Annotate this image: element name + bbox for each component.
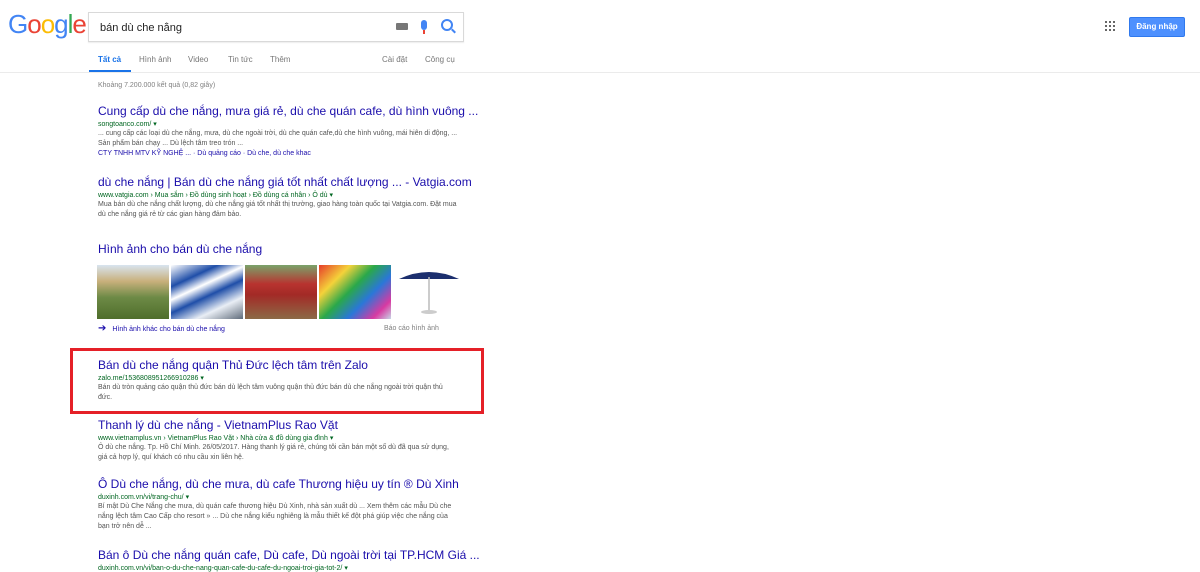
tab-settings[interactable]: Cài đặt bbox=[382, 55, 407, 64]
arrow-right-icon: ➔ bbox=[98, 323, 107, 334]
result-stats: Khoảng 7.200.000 kết quả (0,82 giây) bbox=[98, 82, 216, 89]
thumbnail-rainbow-umbrella[interactable] bbox=[319, 265, 391, 319]
dropdown-arrow-icon[interactable]: ▾ bbox=[330, 435, 334, 442]
search-result: Bán ô Dù che nắng quán cafe, Dù cafe, Dù… bbox=[98, 548, 480, 572]
more-images-link[interactable]: ➔ Hình ảnh khác cho bán dù che nắng bbox=[98, 323, 225, 334]
result-title[interactable]: Bán ô Dù che nắng quán cafe, Dù cafe, Dù… bbox=[98, 548, 480, 562]
dropdown-arrow-icon[interactable]: ▾ bbox=[330, 192, 334, 199]
active-tab-indicator bbox=[89, 70, 131, 72]
result-title[interactable]: Ô Dù che nắng, dù che mưa, dù cafe Thươn… bbox=[98, 477, 459, 491]
google-logo[interactable]: Google bbox=[8, 9, 87, 40]
tab-more[interactable]: Thêm bbox=[270, 55, 290, 64]
result-snippet: Mua bán dù che nắng chất lượng, dù che n… bbox=[98, 201, 457, 218]
search-tabs: Tất cả Hình ảnh Video Tin tức Thêm Cài đ… bbox=[0, 52, 600, 72]
tab-images[interactable]: Hình ảnh bbox=[139, 55, 171, 64]
result-url: duxinh.com.vn/vi/ban-o-du-che-nang-quan-… bbox=[98, 565, 348, 572]
tab-news[interactable]: Tin tức bbox=[228, 55, 253, 64]
result-sitelinks[interactable]: CTY TNHH MTV KỸ NGHỆ ... · Dù quảng cáo … bbox=[98, 150, 458, 157]
search-result: Thanh lý dù che nắng - VietnamPlus Rao V… bbox=[98, 418, 458, 463]
thumbnail-red-umbrellas[interactable] bbox=[245, 265, 317, 319]
search-icon[interactable] bbox=[441, 19, 453, 31]
result-url: duxinh.com.vn/vi/trang-chu/ ▾ bbox=[98, 494, 190, 501]
dropdown-arrow-icon[interactable]: ▾ bbox=[186, 494, 190, 501]
result-url: www.vatgia.com › Mua sắm › Đồ dùng sinh … bbox=[98, 192, 334, 199]
thumbnail-blue-white-umbrella[interactable] bbox=[171, 265, 243, 319]
result-title[interactable]: Cung cấp dù che nắng, mưa giá rẻ, dù che… bbox=[98, 104, 478, 118]
result-url: songtoanco.com/ ▾ bbox=[98, 121, 157, 128]
result-url: www.vietnamplus.vn › VietnamPlus Rao Vặt… bbox=[98, 435, 334, 442]
tab-video[interactable]: Video bbox=[188, 55, 208, 64]
dropdown-arrow-icon[interactable]: ▾ bbox=[153, 121, 157, 128]
sign-in-button[interactable]: Đăng nhập bbox=[1129, 17, 1185, 37]
search-result: Ô Dù che nắng, dù che mưa, dù cafe Thươn… bbox=[98, 477, 459, 532]
result-snippet: ... cung cấp các loại dù che nắng, mưa, … bbox=[98, 130, 458, 147]
search-result: dù che nắng | Bán dù che nắng giá tốt nh… bbox=[98, 175, 472, 220]
thumbnail-umbrella-garden[interactable] bbox=[97, 265, 169, 319]
header: Google Tất cả Hình ảnh Video Tin tức Thê… bbox=[0, 0, 1200, 73]
report-images-link[interactable]: Báo cáo hình ảnh bbox=[384, 325, 439, 332]
thumbnail-navy-umbrella[interactable] bbox=[393, 265, 465, 319]
tab-tools[interactable]: Công cụ bbox=[425, 55, 455, 64]
tab-all[interactable]: Tất cả bbox=[98, 55, 121, 64]
images-heading[interactable]: Hình ảnh cho bán dù che nắng bbox=[98, 242, 262, 256]
result-title[interactable]: dù che nắng | Bán dù che nắng giá tốt nh… bbox=[98, 175, 472, 189]
result-snippet: Ô dù che nắng. Tp. Hồ Chí Minh. 26/05/20… bbox=[98, 444, 449, 461]
umbrella-icon bbox=[399, 272, 459, 314]
search-box bbox=[88, 12, 464, 43]
search-result: Cung cấp dù che nắng, mưa giá rẻ, dù che… bbox=[98, 104, 478, 157]
result-snippet: Bí mật Dù Che Nắng che mưa, dù quán cafe… bbox=[98, 503, 452, 530]
keyboard-icon[interactable] bbox=[396, 23, 408, 30]
highlight-box bbox=[70, 348, 484, 414]
search-input[interactable] bbox=[98, 13, 382, 43]
apps-grid-icon[interactable] bbox=[1105, 21, 1115, 31]
microphone-icon[interactable] bbox=[421, 20, 427, 34]
result-title[interactable]: Thanh lý dù che nắng - VietnamPlus Rao V… bbox=[98, 418, 458, 432]
